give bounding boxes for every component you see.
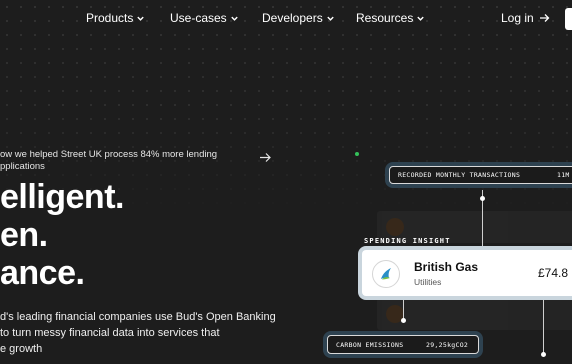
- transactions-value: 11M: [557, 171, 570, 179]
- nav-developers[interactable]: Developers: [262, 9, 335, 27]
- merchant-amount: £74.8: [538, 266, 569, 280]
- hero-description: d's leading financial companies use Bud'…: [0, 309, 276, 357]
- flame-icon: [381, 268, 391, 280]
- description-line-3: e growth: [0, 343, 43, 355]
- nav-products-label: Products: [86, 11, 134, 25]
- login-link[interactable]: Log in: [501, 9, 550, 27]
- connector-node: [480, 196, 485, 201]
- announcement-line-1: ow we helped Street UK process 84% more …: [0, 149, 218, 160]
- login-label: Log in: [501, 11, 534, 25]
- transactions-card: RECORDED MONTHLY TRANSACTIONS 11M: [389, 166, 572, 184]
- headline-line-3: ance.: [0, 254, 85, 292]
- nav-use-cases[interactable]: Use-cases: [170, 9, 239, 27]
- nav-products[interactable]: Products: [86, 9, 145, 27]
- nav-use-cases-label: Use-cases: [170, 11, 227, 25]
- carbon-value: 29,25kgCO2: [426, 341, 469, 349]
- chevron-down-icon: [230, 16, 238, 21]
- chevron-down-icon: [326, 16, 334, 21]
- chevron-down-icon: [417, 16, 425, 21]
- description-line-1: d's leading financial companies use Bud'…: [0, 311, 276, 323]
- connector-line: [543, 296, 544, 356]
- merchant-name: British Gas: [414, 260, 479, 274]
- carbon-emissions-card: CARBON EMISSIONS 29,25kgCO2: [327, 335, 479, 354]
- top-navigation: Products Use-cases Developers Resources: [0, 9, 572, 29]
- spending-insight-label: SPENDING INSIGHT: [364, 237, 451, 245]
- carbon-label: CARBON EMISSIONS: [336, 340, 404, 349]
- transactions-label: RECORDED MONTHLY TRANSACTIONS: [398, 171, 521, 179]
- headline-line-2: en.: [0, 216, 48, 254]
- status-dot: [355, 152, 359, 156]
- headline-line-1: elligent.: [0, 178, 124, 216]
- cta-button[interactable]: [565, 8, 572, 30]
- announcement-line-2: pplications: [0, 160, 45, 172]
- connector-node: [541, 352, 546, 357]
- connector-node: [401, 318, 406, 323]
- nav-resources[interactable]: Resources: [356, 9, 425, 27]
- british-gas-logo: [372, 260, 400, 288]
- faded-merchant-logo: [386, 218, 404, 236]
- merchant-card: British Gas Utilities £74.8: [362, 250, 572, 296]
- arrow-right-icon[interactable]: [259, 152, 272, 163]
- announcement-link[interactable]: ow we helped Street UK process 84% more …: [0, 149, 240, 172]
- nav-developers-label: Developers: [262, 11, 323, 25]
- hero-headline: elligent. en. ance.: [0, 178, 124, 292]
- chevron-down-icon: [137, 16, 145, 21]
- merchant-category: Utilities: [414, 277, 442, 287]
- arrow-right-icon: [539, 14, 550, 22]
- nav-resources-label: Resources: [356, 11, 414, 25]
- description-line-2: to turn messy financial data into servic…: [0, 327, 220, 339]
